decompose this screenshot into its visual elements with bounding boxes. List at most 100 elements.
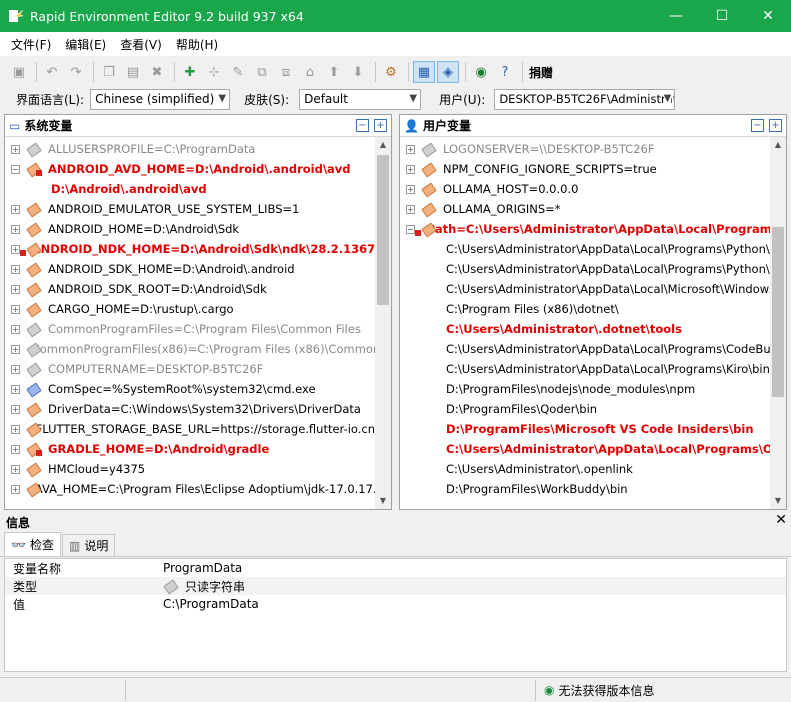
expand-icon[interactable]: +: [11, 304, 20, 314]
variable-row[interactable]: + GRADLE_HOME=D:\Android\gradle: [5, 439, 375, 459]
move-up-icon[interactable]: ⬆: [323, 61, 345, 83]
tab-inspect[interactable]: 👓 检查: [4, 532, 61, 556]
value-row[interactable]: C:\Users\Administrator\AppData\Local\Pro…: [400, 339, 770, 359]
expand-icon[interactable]: +: [11, 364, 20, 374]
variable-row[interactable]: + JAVA_HOME=C:\Program Files\Eclipse Adop…: [5, 479, 375, 499]
expand-icon[interactable]: +: [11, 324, 20, 334]
maximize-button[interactable]: ☐: [699, 0, 745, 32]
copy-icon[interactable]: ❐: [98, 61, 120, 83]
variable-row[interactable]: + LOGONSERVER=\\DESKTOP-B5TC26F: [400, 139, 770, 159]
collapse-all-button[interactable]: −: [356, 119, 369, 132]
expand-icon[interactable]: +: [11, 484, 20, 494]
value-row[interactable]: D:\Android\.android\avd: [5, 179, 375, 199]
menu-view[interactable]: 查看(V): [113, 36, 169, 53]
value-row[interactable]: D:\ProgramFiles\Microsoft VS Code Inside…: [400, 419, 770, 439]
value-row[interactable]: D:\ProgramFiles\nodejs\node_modules\npm: [400, 379, 770, 399]
tag-icon[interactable]: ⌂: [299, 61, 321, 83]
variable-row[interactable]: + ALLUSERSPROFILE=C:\ProgramData: [5, 139, 375, 159]
user-select[interactable]: DESKTOP-B5TC26F\Administrato ▼: [494, 88, 676, 110]
variable-row[interactable]: + COMPUTERNAME=DESKTOP-B5TC26F: [5, 359, 375, 379]
variable-row[interactable]: + HMCloud=y4375: [5, 459, 375, 479]
expand-icon[interactable]: +: [406, 164, 415, 174]
close-button[interactable]: ✕: [745, 0, 791, 32]
skin-select[interactable]: Default ▼: [299, 88, 422, 110]
save-icon[interactable]: ▣: [8, 61, 30, 83]
info-close-button[interactable]: ✕: [775, 512, 787, 528]
expand-icon[interactable]: +: [11, 224, 20, 234]
edit-icon[interactable]: ✎: [227, 61, 249, 83]
expand-icon[interactable]: +: [11, 404, 20, 414]
variable-row[interactable]: + ANDROID_SDK_ROOT=D:\Android\Sdk: [5, 279, 375, 299]
variable-row[interactable]: + FLUTTER_STORAGE_BASE_URL=https://storag…: [5, 419, 375, 439]
value-row[interactable]: D:\ProgramFiles\WorkBuddy\bin: [400, 479, 770, 499]
expand-icon[interactable]: +: [11, 344, 20, 354]
expand-icon[interactable]: +: [11, 384, 20, 394]
expand-icon[interactable]: +: [11, 444, 20, 454]
collapse-icon[interactable]: −: [11, 164, 20, 174]
window-view-icon[interactable]: ▦: [413, 61, 435, 83]
variable-row[interactable]: + ANDROID_NDK_HOME=D:\Android\Sdk\ndk\28.…: [5, 239, 375, 259]
variable-row[interactable]: + ANDROID_SDK_HOME=D:\Android\.android: [5, 259, 375, 279]
variable-row[interactable]: + CommonProgramFiles=C:\Program Files\Com…: [5, 319, 375, 339]
tag-view-icon[interactable]: ◈: [437, 61, 459, 83]
variable-row[interactable]: + ANDROID_HOME=D:\Android\Sdk: [5, 219, 375, 239]
redo-icon[interactable]: ↷: [65, 61, 87, 83]
variable-row[interactable]: + NPM_CONFIG_IGNORE_SCRIPTS=true: [400, 159, 770, 179]
variable-row[interactable]: + CommonProgramFiles(x86)=C:\Program File…: [5, 339, 375, 359]
variable-row[interactable]: + ANDROID_EMULATOR_USE_SYSTEM_LIBS=1: [5, 199, 375, 219]
expand-icon[interactable]: +: [406, 184, 415, 194]
system-scrollbar[interactable]: ▲ ▼: [375, 137, 391, 509]
scroll-thumb[interactable]: [772, 227, 784, 397]
value-row[interactable]: C:\Program Files (x86)\dotnet\: [400, 299, 770, 319]
variable-row[interactable]: + DriverData=C:\Windows\System32\Drivers\…: [5, 399, 375, 419]
value-row[interactable]: C:\Users\Administrator\AppData\Local\Pro…: [400, 239, 770, 259]
delete-icon[interactable]: ✖: [146, 61, 168, 83]
undo-icon[interactable]: ↶: [41, 61, 63, 83]
expand-icon[interactable]: +: [11, 204, 20, 214]
help-icon[interactable]: ?: [494, 61, 516, 83]
variable-row[interactable]: − Path=C:\Users\Administrator\AppData\Loc…: [400, 219, 770, 239]
expand-icon[interactable]: +: [11, 144, 20, 154]
value-row[interactable]: D:\ProgramFiles\Qoder\bin: [400, 399, 770, 419]
scroll-up-icon[interactable]: ▲: [770, 137, 786, 153]
copy-variable-icon[interactable]: ⧉: [251, 61, 273, 83]
move-down-icon[interactable]: ⬇: [347, 61, 369, 83]
value-row[interactable]: C:\Users\Administrator\AppData\Local\Pro…: [400, 359, 770, 379]
web-icon[interactable]: ◉: [470, 61, 492, 83]
expand-icon[interactable]: +: [11, 464, 20, 474]
variable-row[interactable]: + OLLAMA_ORIGINS=*: [400, 199, 770, 219]
scroll-up-icon[interactable]: ▲: [375, 137, 391, 153]
scroll-down-icon[interactable]: ▼: [770, 493, 786, 509]
expand-icon[interactable]: +: [406, 204, 415, 214]
expand-icon[interactable]: +: [406, 144, 415, 154]
expand-icon[interactable]: +: [11, 264, 20, 274]
settings-icon[interactable]: ⚙: [380, 61, 402, 83]
variable-row[interactable]: − ANDROID_AVD_HOME=D:\Android\.android\av…: [5, 159, 375, 179]
expand-icon[interactable]: +: [11, 244, 20, 254]
donate-button[interactable]: 捐赠: [529, 64, 553, 81]
value-row[interactable]: C:\Users\Administrator\AppData\Local\Mic…: [400, 279, 770, 299]
tab-description[interactable]: ▥ 说明: [61, 534, 116, 556]
value-row[interactable]: C:\Users\Administrator\.dotnet\tools: [400, 319, 770, 339]
menu-file[interactable]: 文件(F): [4, 36, 58, 53]
variable-row[interactable]: + CARGO_HOME=D:\rustup\.cargo: [5, 299, 375, 319]
value-row[interactable]: C:\Users\Administrator\AppData\Local\Pro…: [400, 439, 770, 459]
variable-row[interactable]: + OLLAMA_HOST=0.0.0.0: [400, 179, 770, 199]
user-scrollbar[interactable]: ▲ ▼: [770, 137, 786, 509]
expand-all-button[interactable]: +: [769, 119, 782, 132]
collapse-icon[interactable]: −: [406, 224, 415, 234]
ui-language-select[interactable]: Chinese (simplified) ▼: [90, 88, 231, 110]
value-row[interactable]: C:\Users\Administrator\.openlink: [400, 459, 770, 479]
value-row[interactable]: C:\Users\Administrator\AppData\Local\Pro…: [400, 259, 770, 279]
add-value-icon[interactable]: ⊹: [203, 61, 225, 83]
paste-icon[interactable]: ▤: [122, 61, 144, 83]
expand-all-button[interactable]: +: [374, 119, 387, 132]
menu-edit[interactable]: 编辑(E): [58, 36, 113, 53]
expand-icon[interactable]: +: [11, 284, 20, 294]
minimize-button[interactable]: —: [653, 0, 699, 32]
menu-help[interactable]: 帮助(H): [169, 36, 225, 53]
scroll-thumb[interactable]: [377, 155, 389, 305]
expand-icon[interactable]: +: [11, 424, 20, 434]
variable-row[interactable]: + ComSpec=%SystemRoot%\system32\cmd.exe: [5, 379, 375, 399]
add-variable-icon[interactable]: ✚: [179, 61, 201, 83]
